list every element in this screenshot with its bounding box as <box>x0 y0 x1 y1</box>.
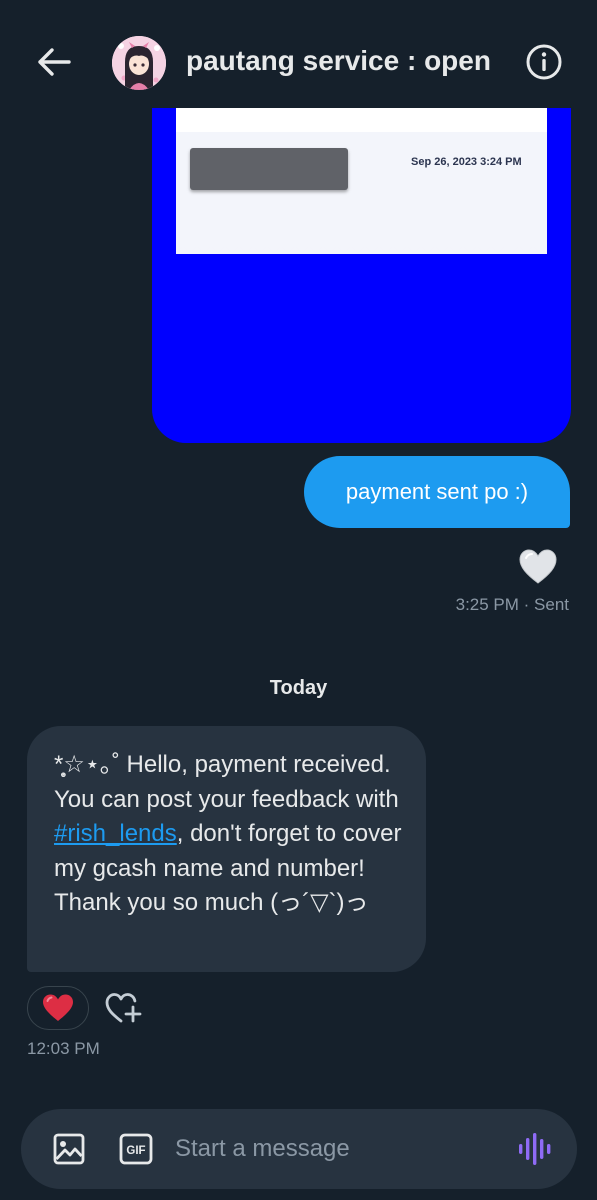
dm-conversation-screen: pautang service : open Sep 26, 2023 3:24… <box>0 0 597 1200</box>
info-icon <box>526 44 562 80</box>
voice-wave-icon <box>519 1133 551 1165</box>
red-heart-icon <box>43 994 73 1021</box>
conversation-header: pautang service : open <box>0 0 597 108</box>
receipt-image: Sep 26, 2023 3:24 PM <box>176 100 547 260</box>
received-message-bubble[interactable]: *̥͙☆⋆｡˚ Hello, payment received. You can… <box>27 726 426 972</box>
received-message-text: *̥͙☆⋆｡˚ Hello, payment received. You can… <box>54 748 412 921</box>
heart-plus-icon <box>105 993 142 1023</box>
gif-button[interactable]: GIF <box>118 1131 154 1167</box>
message-input[interactable] <box>175 1129 505 1169</box>
hashtag-link[interactable]: #rish_lends <box>54 820 177 847</box>
receipt-date: Sep 26, 2023 3:24 PM <box>411 156 522 168</box>
gif-icon: GIF <box>119 1133 153 1165</box>
sent-message-meta: 3:25 PM · Sent <box>455 595 569 614</box>
arrow-left-icon <box>38 48 71 76</box>
redacted-name-block <box>190 148 348 190</box>
date-divider: Today <box>269 677 328 699</box>
receipt-torn-edge <box>176 240 547 253</box>
back-button[interactable] <box>30 40 78 84</box>
received-message-time: 12:03 PM <box>27 1039 100 1058</box>
conversation-title[interactable]: pautang service : open <box>186 45 491 77</box>
add-reaction-button[interactable] <box>104 990 144 1026</box>
avatar[interactable] <box>112 36 166 90</box>
heart-icon <box>519 549 557 584</box>
reaction-pill[interactable] <box>27 986 89 1030</box>
gif-label: GIF <box>126 1145 145 1157</box>
received-text-part-1: *̥͙☆⋆｡˚ Hello, payment received. You can… <box>54 751 399 813</box>
image-message[interactable]: Sep 26, 2023 3:24 PM <box>152 100 571 443</box>
voice-message-button[interactable] <box>517 1131 553 1167</box>
sent-message-reaction[interactable] <box>518 548 558 586</box>
info-button[interactable] <box>522 40 566 84</box>
sent-message-text: payment sent po :) <box>345 479 529 504</box>
avatar-image <box>112 36 166 90</box>
sent-message-bubble[interactable]: payment sent po :) <box>304 456 570 528</box>
message-composer: GIF <box>21 1109 577 1189</box>
image-icon <box>53 1133 85 1165</box>
add-media-button[interactable] <box>51 1131 87 1167</box>
